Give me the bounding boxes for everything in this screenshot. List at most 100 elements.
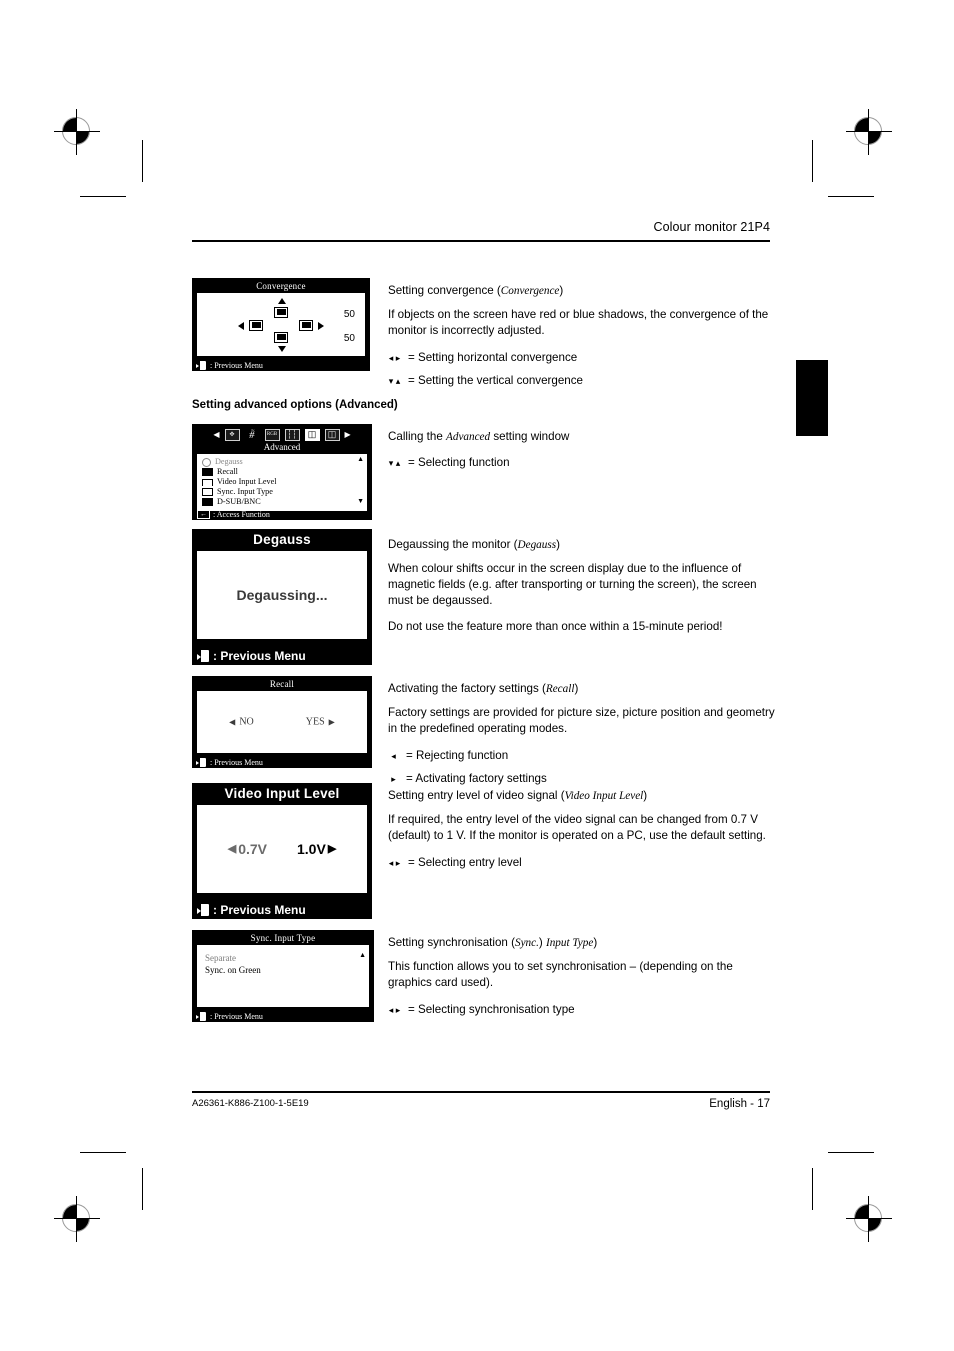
osd-footer-label: : Previous Menu [210, 361, 263, 370]
paragraph-heading: Setting entry level of video signal (Vid… [388, 789, 648, 802]
left-arrow-icon[interactable] [238, 321, 244, 330]
osd-footer: : Previous Menu [196, 361, 263, 370]
key-hint-label: = Selecting function [408, 456, 510, 470]
prose-advanced: Calling the Advanced setting window ▾ ▴ … [388, 429, 776, 471]
right-arrow-icon: ▶ [328, 717, 335, 726]
video-input-level-icon [202, 478, 213, 486]
key-hint-label: = Setting horizontal convergence [408, 351, 578, 365]
list-item-label: Sync. Input Type [217, 487, 273, 496]
list-item-label: Video Input Level [217, 477, 277, 486]
video-level-option-0-7v-label: 0.7V [238, 841, 267, 857]
osd-footer-label: : Previous Menu [210, 1012, 263, 1021]
section-recall: Recall ◀ NO YES ▶ : Previous Menu Activa… [192, 676, 775, 785]
list-item[interactable]: Sync. Input Type [202, 487, 367, 497]
osd-screen: Degauss Recall Video Input Level Sync. I… [197, 454, 367, 511]
prose-convergence: Setting convergence (Convergence) If obj… [388, 283, 776, 389]
crop-mark-bottom-left-horizontal [80, 1152, 126, 1153]
paragraph-body: Factory settings are provided for pictur… [388, 706, 775, 736]
previous-menu-icon [196, 1012, 207, 1021]
page-header-title: Colour monitor 21P4 [653, 220, 770, 234]
key-hint: ◂ = Rejecting function [388, 748, 776, 764]
crop-mark-bottom-right-horizontal [828, 1152, 874, 1153]
recall-option-no-label: NO [239, 716, 254, 728]
crop-mark-bottom-right-vertical [812, 1168, 813, 1210]
osd-footer: : Previous Menu [196, 1012, 263, 1021]
list-item[interactable]: Degauss [202, 457, 367, 467]
osd-title: Video Input Level [224, 786, 340, 801]
right-arrow-icon[interactable] [318, 321, 324, 330]
crop-mark-left-horizontal [80, 196, 126, 197]
video-level-option-1-0v-label: 1.0V [297, 841, 326, 857]
paragraph-body: If required, the entry level of the vide… [388, 813, 766, 843]
osd-footer-label: : Previous Menu [213, 903, 306, 917]
vertical-convergence-down-icon[interactable] [274, 331, 288, 343]
previous-menu-icon [197, 650, 210, 662]
sync-option-separate[interactable]: Separate [205, 952, 369, 964]
list-item[interactable]: Recall [202, 467, 367, 477]
convergence-value-vertical: 50 [343, 333, 355, 344]
crop-mark-right-vertical [812, 140, 813, 182]
vertical-convergence-up-icon[interactable] [274, 306, 288, 318]
down-arrow-icon[interactable] [278, 345, 286, 352]
arrow-glyphs-icon: ▾ ▴ [388, 457, 401, 468]
scroll-up-icon[interactable]: ▲ [359, 952, 366, 959]
sync-option-sync-on-green[interactable]: Sync. on Green [205, 964, 369, 976]
horizontal-convergence-left-icon[interactable] [249, 319, 263, 331]
registration-mark-bottom-left [54, 1196, 100, 1242]
previous-menu-icon [196, 758, 207, 767]
osd-screen: 50 50 [197, 293, 365, 356]
list-item[interactable]: Video Input Level [202, 477, 367, 487]
section-advanced: ◀ ✥ ⧤ RGB ┆┆ ◫ ◫ ▶ Advanced Degauss Reca… [192, 424, 770, 524]
recall-option-yes-label: YES [305, 716, 325, 728]
header-rule [192, 240, 770, 242]
list-item-label: Degauss [215, 457, 243, 466]
osd-footer: : Previous Menu [197, 903, 306, 917]
osd-screen: Separate Sync. on Green ▲ ▼ [197, 934, 369, 1007]
rgb-colour-icon[interactable]: RGB [264, 428, 280, 441]
horizontal-convergence-right-icon[interactable] [299, 319, 313, 331]
recall-option-yes[interactable]: YES ▶ [306, 717, 335, 728]
osd-title: Degauss [253, 532, 311, 547]
up-arrow-icon[interactable] [278, 297, 286, 304]
paragraph-warning: Do not use the feature more than once wi… [388, 620, 723, 634]
crop-mark-right-horizontal [828, 196, 874, 197]
sync-type-list: Separate Sync. on Green ▲ ▼ [197, 934, 369, 976]
section-degauss: Degauss Degaussing... : Previous Menu De… [192, 529, 770, 669]
key-hint-label: = Setting the vertical convergence [408, 374, 583, 388]
registration-mark-top-right [846, 109, 892, 155]
arrow-glyphs-icon: ▾ ▴ [388, 375, 401, 386]
osd-convergence: Convergence 50 50 : Previous Menu [192, 278, 370, 371]
video-level-option-0-7v[interactable]: ◀ 0.7V [228, 841, 267, 857]
arrow-glyphs-icon: ◂ ▸ [388, 1004, 401, 1015]
osd-position-icon[interactable]: ◫ [324, 428, 340, 441]
key-hint-label: = Selecting synchronisation type [408, 1003, 575, 1017]
left-arrow-icon: ◂ [391, 750, 396, 761]
osd-menu-label: Advanced [263, 442, 301, 452]
osd-screen: Degaussing... [197, 551, 367, 639]
d-sub-bnc-icon [202, 498, 213, 506]
video-level-option-1-0v[interactable]: 1.0V ▶ [297, 841, 336, 857]
scroll-down-icon[interactable]: ▼ [359, 934, 366, 941]
key-hint: ◂ ▸ = Selecting synchronisation type [388, 1002, 776, 1018]
key-hint: ◂ ▸ = Setting horizontal convergence [388, 350, 776, 366]
scroll-up-icon[interactable]: ▲ [357, 456, 364, 463]
picture-position-icon[interactable]: ⧤ [245, 429, 260, 441]
osd-footer-label: : Previous Menu [213, 649, 306, 663]
moire-icon[interactable]: ┆┆ [284, 428, 300, 441]
video-input-level-options: ◀ 0.7V 1.0V ▶ [197, 841, 367, 857]
osd-advanced: ◀ ✥ ⧤ RGB ┆┆ ◫ ◫ ▶ Advanced Degauss Reca… [192, 424, 372, 520]
right-arrow-icon[interactable]: ▶ [345, 430, 351, 439]
crop-mark-left-vertical [142, 140, 143, 182]
enter-key-icon: ← [197, 510, 210, 519]
advanced-icon[interactable]: ◫ [304, 428, 320, 441]
right-arrow-icon: ▶ [327, 842, 337, 855]
recall-option-no[interactable]: ◀ NO [229, 717, 254, 728]
left-arrow-icon[interactable]: ◀ [213, 430, 219, 439]
thumb-index-tab [796, 360, 828, 436]
osd-footer: ← : Access Function [197, 510, 270, 519]
scroll-down-icon[interactable]: ▼ [357, 498, 364, 505]
osd-video-input-level: Video Input Level ◀ 0.7V 1.0V ▶ : Previo… [192, 783, 372, 919]
list-item[interactable]: D-SUB/BNC [202, 497, 367, 507]
osd-sync-input-type: Sync. Input Type Separate Sync. on Green… [192, 930, 374, 1022]
picture-size-icon[interactable]: ✥ [224, 428, 240, 441]
